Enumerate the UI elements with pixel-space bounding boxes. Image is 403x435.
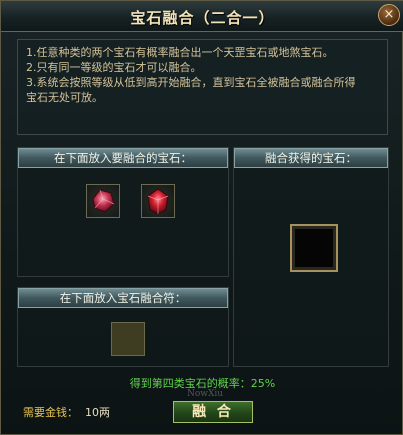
window-title: 宝石融合（二合一）: [130, 9, 275, 27]
watermark: NowXiu: [187, 389, 224, 399]
merge-button[interactable]: 融 合: [173, 401, 253, 423]
title-bar[interactable]: 宝石融合（二合一） ×: [1, 1, 403, 32]
talisman-slot[interactable]: [111, 322, 145, 356]
gem-input-panel: 在下面放入要融合的宝石：: [17, 147, 229, 277]
gem-slot-2[interactable]: [141, 184, 175, 218]
result-panel: 融合获得的宝石：: [233, 147, 389, 367]
gem-input-header: 在下面放入要融合的宝石：: [18, 148, 228, 168]
instructions-box: 1.任意种类的两个宝石有概率融合出一个天罡宝石或地煞宝石。 2.只有同一等级的宝…: [17, 39, 388, 135]
instruction-line: 宝石无处可放。: [26, 91, 103, 104]
money-value: 10两: [85, 406, 110, 419]
instruction-line: 3.系统会按照等级从低到高开始融合，直到宝石全被融合或融合所得: [26, 76, 356, 89]
instruction-line: 1.任意种类的两个宝石有概率融合出一个天罡宝石或地煞宝石。: [26, 46, 334, 59]
gem-slot-1[interactable]: [86, 184, 120, 218]
talisman-header: 在下面放入宝石融合符：: [18, 288, 228, 308]
gem-fusion-window: 宝石融合（二合一） × 1.任意种类的两个宝石有概率融合出一个天罡宝石或地煞宝石…: [0, 0, 403, 435]
red-gem-icon: [92, 189, 115, 213]
close-button[interactable]: ×: [378, 4, 400, 26]
instruction-line: 2.只有同一等级的宝石才可以融合。: [26, 61, 202, 74]
money-label: 需要金钱：: [23, 406, 78, 419]
talisman-panel: 在下面放入宝石融合符：: [17, 287, 229, 367]
red-gem-icon: [147, 188, 169, 215]
result-gem-slot[interactable]: [290, 224, 338, 272]
result-header: 融合获得的宝石：: [234, 148, 388, 168]
